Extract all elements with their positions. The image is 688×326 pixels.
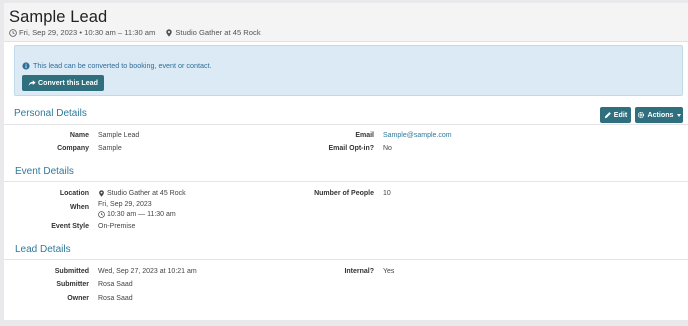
page-header: Sample Lead Fri, Sep 29, 2023 • 10:30 am… xyxy=(4,3,688,42)
lead-venue: Studio Gather at 45 Rock xyxy=(175,28,261,37)
conversion-alert: This lead can be converted to booking, e… xyxy=(14,45,683,96)
personal-divider xyxy=(4,124,688,125)
clock-icon xyxy=(98,211,105,218)
page-title: Sample Lead xyxy=(9,8,108,26)
name-label: Name xyxy=(69,132,89,139)
convert-lead-button[interactable]: Convert this Lead xyxy=(22,75,104,91)
event-style-value: On-Premise xyxy=(98,223,136,230)
location-label: Location xyxy=(59,190,89,197)
lead-divider xyxy=(4,259,688,260)
company-label: Company xyxy=(57,145,89,152)
lead-datetime: Fri, Sep 29, 2023 • 10:30 am – 11:30 am xyxy=(19,28,156,37)
internal-value: Yes xyxy=(383,268,395,275)
main-content: This lead can be converted to booking, e… xyxy=(4,42,688,320)
submitted-value: Wed, Sep 27, 2023 at 10:21 am xyxy=(98,268,197,275)
gear-icon xyxy=(637,111,645,119)
email-optin-label: Email Opt-in? xyxy=(328,145,375,152)
map-pin-icon xyxy=(98,190,105,197)
email-link[interactable]: Sample@sample.com xyxy=(383,132,452,139)
actions-dropdown-button[interactable]: Actions xyxy=(635,107,683,123)
alert-message: This lead can be converted to booking, e… xyxy=(22,61,212,70)
edit-button[interactable]: Edit xyxy=(600,107,631,123)
map-pin-icon xyxy=(165,28,173,37)
when-date: Fri, Sep 29, 2023 xyxy=(98,201,152,208)
submitted-label: Submitted xyxy=(54,268,89,275)
when-label: When xyxy=(69,204,89,211)
name-value: Sample Lead xyxy=(98,132,140,139)
share-arrow-icon xyxy=(28,79,36,87)
event-details-heading: Event Details xyxy=(15,166,74,177)
owner-value: Rosa Saad xyxy=(98,295,133,302)
lead-summary: Fri, Sep 29, 2023 • 10:30 am – 11:30 am … xyxy=(9,28,261,37)
owner-label: Owner xyxy=(67,295,89,302)
submitter-label: Submitter xyxy=(56,281,89,288)
people-value: 10 xyxy=(383,190,391,197)
when-time: 10:30 am — 11:30 am xyxy=(98,211,176,218)
submitter-value: Rosa Saad xyxy=(98,281,133,288)
lead-page: Sample Lead Fri, Sep 29, 2023 • 10:30 am… xyxy=(4,3,688,320)
clock-icon xyxy=(9,28,17,37)
event-style-label: Event Style xyxy=(51,223,89,230)
caret-down-icon xyxy=(676,113,681,117)
company-value: Sample xyxy=(98,145,122,152)
personal-details-heading: Personal Details xyxy=(14,108,87,119)
location-value: Studio Gather at 45 Rock xyxy=(98,190,186,197)
pencil-icon xyxy=(604,111,612,119)
info-icon xyxy=(22,61,30,70)
people-label: Number of People xyxy=(314,190,374,197)
event-divider xyxy=(4,181,688,182)
email-label: Email xyxy=(355,132,374,139)
lead-details-heading: Lead Details xyxy=(15,244,71,255)
email-optin-value: No xyxy=(383,145,392,152)
internal-label: Internal? xyxy=(344,268,374,275)
